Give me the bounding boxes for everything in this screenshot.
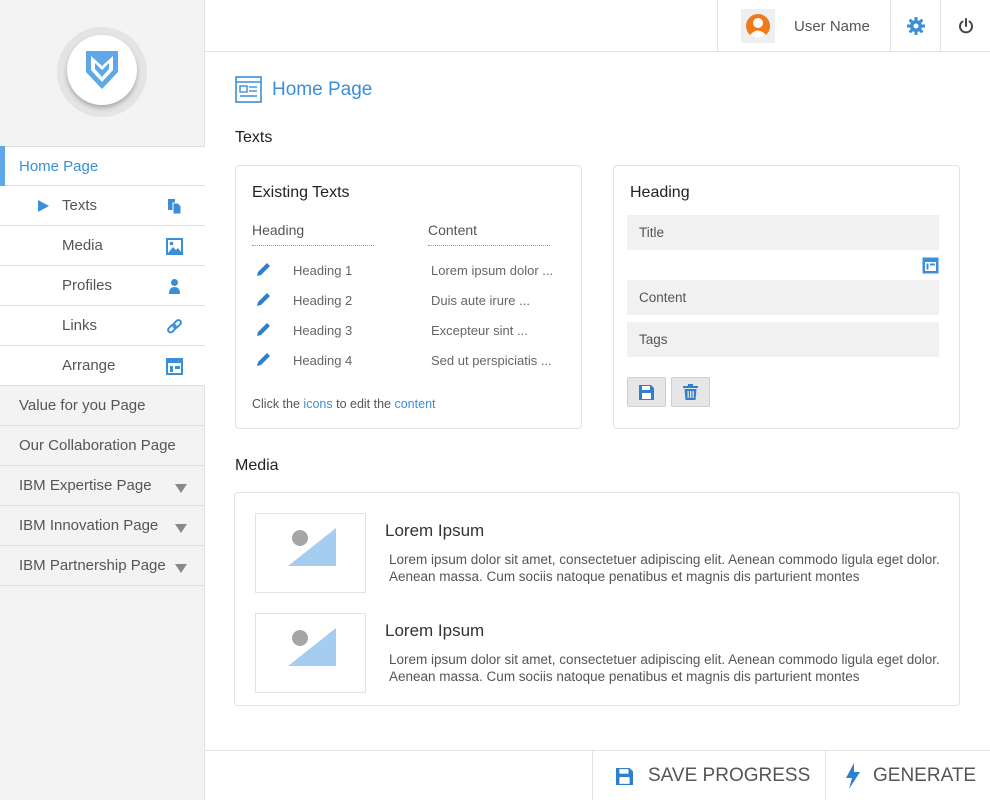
table-row: Heading 4 Sed ut perspiciatis ... — [236, 350, 581, 370]
save-progress-button[interactable]: SAVE PROGRESS — [592, 751, 825, 800]
image-placeholder-icon — [255, 513, 366, 593]
pencil-icon[interactable] — [256, 322, 273, 337]
hint-mid: to edit the — [336, 397, 391, 411]
sidebar-item-ibm-innovation-page[interactable]: IBM Innovation Page — [0, 506, 205, 546]
chevron-down-icon[interactable] — [175, 524, 187, 533]
section-title-media: Media — [235, 457, 279, 474]
chevron-down-icon[interactable] — [175, 484, 187, 493]
column-header-content: Content — [428, 222, 550, 246]
sidebar-item-label: IBM Expertise Page — [19, 477, 152, 494]
user-name: User Name — [794, 17, 870, 35]
sidebar-item-value-for-you-page[interactable]: Value for you Page — [0, 386, 205, 426]
top-bar: User Name — [205, 0, 990, 52]
hint-pre: Click the — [252, 397, 300, 411]
existing-texts-card: Existing Texts Heading Content Heading 1… — [235, 165, 582, 429]
user-avatar-icon — [741, 9, 775, 43]
sidebar-item-label: Home Page — [19, 157, 99, 175]
table-row: Heading 2 Duis aute irure ... — [236, 290, 581, 310]
media-title: Lorem Ipsum — [385, 621, 485, 640]
chevron-down-icon[interactable] — [175, 564, 187, 573]
power-icon — [959, 18, 973, 34]
delete-button[interactable] — [671, 377, 710, 407]
row-content: Excepteur sint ... — [431, 323, 528, 338]
sidebar-item-home-page[interactable]: Home Page — [0, 146, 205, 186]
layout-icon — [166, 358, 183, 375]
media-title: Lorem Ipsum — [385, 521, 485, 540]
content-field[interactable]: Content — [627, 280, 939, 315]
documents-icon — [168, 199, 182, 215]
table-row: Heading 3 Excepteur sint ... — [236, 320, 581, 340]
shield-logo-icon — [67, 35, 137, 105]
row-heading: Heading 1 — [293, 263, 353, 278]
sidebar-item-label: IBM Innovation Page — [19, 517, 159, 534]
media-description: Lorem ipsum dolor sit amet, consectetuer… — [389, 652, 940, 684]
hint-link-icons[interactable]: icons — [303, 397, 332, 411]
gear-icon — [906, 17, 925, 35]
image-placeholder-icon — [255, 613, 366, 693]
save-button[interactable] — [627, 377, 666, 407]
trash-icon — [683, 384, 698, 400]
layout-icon[interactable] — [922, 257, 939, 274]
row-content: Sed ut perspiciatis ... — [431, 353, 552, 368]
page-icon — [235, 76, 262, 103]
column-header-heading: Heading — [252, 222, 374, 246]
floppy-disk-icon — [639, 384, 654, 400]
sidebar-item-links[interactable]: Links — [0, 306, 205, 346]
generate-button[interactable]: GENERATE — [825, 751, 990, 800]
pencil-icon[interactable] — [256, 262, 273, 277]
pencil-icon[interactable] — [256, 292, 273, 307]
row-content: Duis aute irure ... — [431, 293, 530, 308]
lightning-bolt-icon — [846, 763, 860, 789]
media-item[interactable]: Lorem Ipsum Lorem ipsum dolor sit amet, … — [255, 513, 955, 593]
sidebar-item-profiles[interactable]: Profiles — [0, 266, 205, 306]
hint-text: Click the icons to edit the content — [252, 397, 436, 411]
title-field[interactable]: Title — [627, 215, 939, 250]
sidebar-item-ibm-partnership-page[interactable]: IBM Partnership Page — [0, 546, 205, 586]
sidebar-item-label: Links — [62, 317, 98, 334]
page-title: Home Page — [272, 78, 373, 100]
bottom-bar: SAVE PROGRESS GENERATE — [205, 750, 990, 800]
logo[interactable] — [57, 27, 147, 117]
sidebar-item-media[interactable]: Media — [0, 226, 205, 266]
media-description: Lorem ipsum dolor sit amet, consectetuer… — [389, 552, 940, 584]
sidebar-item-label: Our Collaboration Page — [19, 437, 176, 454]
page-header: Home Page — [235, 76, 372, 103]
heading-editor-card: Heading Title Content Tags — [613, 165, 960, 429]
floppy-disk-icon — [616, 767, 633, 785]
tags-field[interactable]: Tags — [627, 322, 939, 357]
sidebar-item-texts[interactable]: Texts — [0, 186, 205, 226]
section-title-texts: Texts — [235, 129, 273, 146]
user-menu[interactable]: User Name — [717, 0, 891, 52]
generate-label: GENERATE — [873, 765, 977, 786]
sidebar: Home Page Texts Media Profiles Links Arr… — [0, 0, 205, 800]
sidebar-item-ibm-expertise-page[interactable]: IBM Expertise Page — [0, 466, 205, 506]
sidebar-item-label: Value for you Page — [19, 397, 146, 414]
pencil-icon[interactable] — [256, 352, 273, 367]
sidebar-item-label: IBM Partnership Page — [19, 557, 166, 574]
link-icon — [167, 319, 182, 334]
sidebar-item-label: Profiles — [62, 277, 113, 294]
sidebar-item-label: Arrange — [62, 357, 116, 374]
row-heading: Heading 3 — [293, 323, 353, 338]
settings-button[interactable] — [891, 0, 941, 52]
save-progress-label: SAVE PROGRESS — [648, 765, 811, 786]
row-heading: Heading 4 — [293, 353, 353, 368]
sidebar-item-label: Media — [62, 237, 103, 254]
row-heading: Heading 2 — [293, 293, 353, 308]
person-icon — [169, 279, 180, 294]
hint-link-content[interactable]: content — [394, 397, 435, 411]
image-icon — [166, 238, 183, 255]
media-item[interactable]: Lorem Ipsum Lorem ipsum dolor sit amet, … — [255, 613, 955, 693]
sidebar-item-our-collaboration-page[interactable]: Our Collaboration Page — [0, 426, 205, 466]
media-card: Lorem Ipsum Lorem ipsum dolor sit amet, … — [234, 492, 960, 706]
sidebar-nav: Home Page Texts Media Profiles Links Arr… — [0, 146, 205, 586]
card-title: Heading — [630, 184, 690, 201]
play-arrow-icon — [38, 200, 49, 212]
table-row: Heading 1 Lorem ipsum dolor ... — [236, 260, 581, 280]
card-title: Existing Texts — [252, 184, 350, 201]
logout-button[interactable] — [941, 0, 990, 52]
sidebar-item-arrange[interactable]: Arrange — [0, 346, 205, 386]
row-content: Lorem ipsum dolor ... — [431, 263, 554, 278]
